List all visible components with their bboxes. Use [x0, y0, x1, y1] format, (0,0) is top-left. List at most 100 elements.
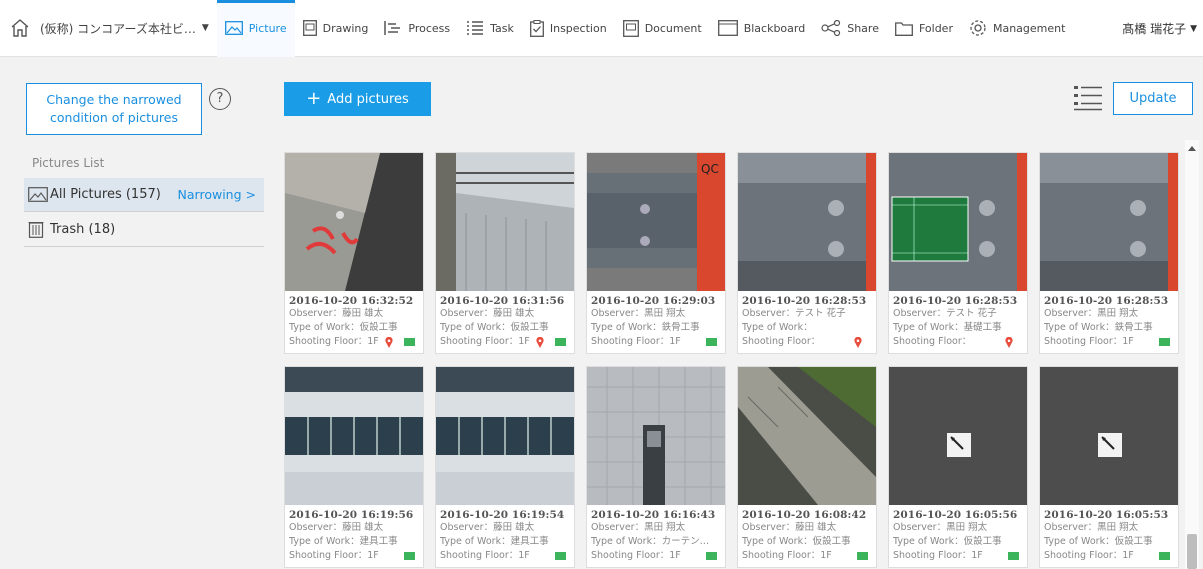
home-button[interactable]	[0, 0, 40, 57]
tab-document[interactable]: Document	[615, 0, 710, 57]
blackboard-flag-icon	[404, 552, 415, 560]
user-menu[interactable]: 髙橋 瑞花子 ▼	[1122, 0, 1197, 57]
picture-date: 2016-10-20 16:19:56	[289, 509, 414, 521]
scrollbar[interactable]	[1185, 140, 1199, 569]
picture-floor: Shooting Floor：1F	[893, 550, 983, 561]
change-narrowed-condition-button[interactable]: Change the narrowed condition of picture…	[26, 83, 202, 135]
picture-thumbnail[interactable]: QC	[587, 153, 725, 291]
tab-label: Blackboard	[743, 21, 806, 35]
tab-management[interactable]: Management	[961, 0, 1073, 57]
picture-card[interactable]: 2016-10-20 16:31:56 Observer：藤田 雄太 Type of…	[435, 152, 575, 354]
picture-floor-row: Shooting Floor：1F	[440, 335, 570, 349]
picture-card[interactable]: 2016-10-20 16:19:56 Observer：藤田 雄太 Type of…	[284, 366, 424, 568]
picture-card[interactable]: 2016-10-20 16:28:53 Observer：テスト 花子 Type o…	[737, 152, 877, 354]
picture-card[interactable]: 2016-10-20 16:05:56 Observer：黒田 翔太 Type of…	[888, 366, 1028, 568]
update-button[interactable]: Update	[1113, 82, 1193, 115]
narrowing-link[interactable]: Narrowing >	[178, 187, 256, 202]
tab-drawing[interactable]: Drawing	[295, 0, 377, 57]
document-icon	[622, 19, 639, 37]
tab-picture[interactable]: Picture	[216, 0, 295, 57]
picture-thumbnail[interactable]	[738, 367, 876, 505]
picture-card[interactable]: QC 2016-10-20 16:29:03 Observer：黒田 翔太 Type …	[586, 152, 726, 354]
picture-grid: 2016-10-20 16:32:52 Observer：藤田 雄太 Type of…	[284, 152, 1184, 569]
project-name: (仮称) コンコアーズ本社ビ…	[40, 21, 196, 36]
picture-card[interactable]: 2016-10-20 16:28:53 Observer：黒田 翔太 Type of…	[1039, 152, 1179, 354]
plus-icon: +	[306, 88, 322, 109]
help-icon[interactable]: ?	[209, 88, 231, 110]
picture-work-type: Type of Work：建具工事	[289, 536, 398, 547]
picture-thumbnail[interactable]	[889, 153, 1027, 291]
location-pin-icon[interactable]	[1005, 336, 1013, 348]
picture-floor: Shooting Floor：1F	[289, 550, 379, 561]
picture-card[interactable]: 2016-10-20 16:08:42 Observer：藤田 雄太 Type of…	[737, 366, 877, 568]
picture-thumbnail[interactable]	[587, 367, 725, 505]
picture-floor-row: Shooting Floor：1F	[591, 335, 721, 349]
picture-thumbnail[interactable]	[285, 153, 423, 291]
picture-card[interactable]: 2016-10-20 16:19:54 Observer：藤田 雄太 Type of…	[435, 366, 575, 568]
tab-blackboard[interactable]: Blackboard	[710, 0, 814, 57]
list-view-icon[interactable]	[1074, 85, 1102, 111]
project-selector[interactable]: (仮称) コンコアーズ本社ビ… ▼	[40, 0, 217, 57]
picture-floor-row: Shooting Floor：1F	[1044, 335, 1174, 349]
picture-thumbnail[interactable]	[1040, 367, 1178, 505]
picture-floor-row: Shooting Floor：1F	[289, 549, 419, 563]
picture-icon	[28, 187, 50, 202]
tab-process[interactable]: Process	[376, 0, 458, 57]
tab-task[interactable]: Task	[458, 0, 522, 57]
picture-floor: Shooting Floor：	[893, 336, 972, 347]
picture-meta: 2016-10-20 16:32:52 Observer：藤田 雄太 Type of…	[285, 291, 423, 353]
tab-share[interactable]: Share	[813, 0, 887, 57]
tab-label: Drawing	[322, 21, 369, 35]
picture-thumbnail[interactable]	[436, 153, 574, 291]
picture-card[interactable]: 2016-10-20 16:32:52 Observer：藤田 雄太 Type of…	[284, 152, 424, 354]
location-pin-icon[interactable]	[854, 336, 862, 348]
picture-thumbnail[interactable]	[738, 153, 876, 291]
picture-date: 2016-10-20 16:05:56	[893, 509, 1018, 521]
blackboard-flag-icon	[555, 338, 566, 346]
sidebar-item-trash[interactable]: Trash (18)	[24, 213, 264, 247]
picture-observer: Observer：藤田 雄太	[440, 308, 535, 319]
picture-card[interactable]: 2016-10-20 16:05:53 Observer：黒田 翔太 Type of…	[1039, 366, 1179, 568]
tab-label: Management	[992, 21, 1066, 35]
picture-floor-row: Shooting Floor：	[742, 335, 872, 349]
picture-work-type: Type of Work：仮設工事	[893, 536, 1002, 547]
scrollbar-thumb[interactable]	[1187, 534, 1197, 569]
picture-date: 2016-10-20 16:28:53	[893, 295, 1018, 307]
home-icon	[11, 19, 29, 37]
picture-thumbnail[interactable]	[436, 367, 574, 505]
picture-date: 2016-10-20 16:28:53	[742, 295, 867, 307]
picture-observer: Observer：黒田 翔太	[591, 522, 686, 533]
picture-work-type: Type of Work：建具工事	[440, 536, 549, 547]
tab-inspection[interactable]: Inspection	[522, 0, 615, 57]
blackboard-flag-icon	[404, 338, 415, 346]
picture-meta: 2016-10-20 16:31:56 Observer：藤田 雄太 Type of…	[436, 291, 574, 353]
blackboard-flag-icon	[1159, 552, 1170, 560]
blackboard-flag-icon	[706, 552, 717, 560]
picture-date: 2016-10-20 16:08:42	[742, 509, 867, 521]
tab-label: Task	[490, 21, 514, 35]
picture-card[interactable]: 2016-10-20 16:16:43 Observer：黒田 翔太 Type of…	[586, 366, 726, 568]
tab-label: Picture	[248, 21, 287, 35]
picture-date: 2016-10-20 16:29:03	[591, 295, 716, 307]
picture-thumbnail[interactable]	[1040, 153, 1178, 291]
location-pin-icon[interactable]	[385, 336, 393, 348]
inspection-icon	[529, 19, 544, 37]
tab-folder[interactable]: Folder	[887, 0, 961, 57]
tab-label: Share	[847, 21, 879, 35]
picture-floor: Shooting Floor：1F	[440, 336, 530, 347]
add-pictures-button[interactable]: + Add pictures	[284, 82, 431, 116]
picture-observer: Observer：黒田 翔太	[591, 308, 686, 319]
picture-work-type: Type of Work：仮設工事	[440, 322, 549, 333]
sidebar-item-all-pictures[interactable]: All Pictures (157) Narrowing >	[24, 178, 264, 212]
scroll-up-arrow-icon[interactable]	[1188, 146, 1196, 151]
picture-thumbnail[interactable]	[285, 367, 423, 505]
location-pin-icon[interactable]	[536, 336, 544, 348]
picture-observer: Observer：藤田 雄太	[440, 522, 535, 533]
picture-card[interactable]: 2016-10-20 16:28:53 Observer：テスト 花子 Type o…	[888, 152, 1028, 354]
picture-date: 2016-10-20 16:16:43	[591, 509, 716, 521]
picture-floor-row: Shooting Floor：1F	[289, 335, 419, 349]
blackboard-flag-icon	[706, 338, 717, 346]
tab-label: Document	[644, 21, 702, 35]
picture-work-type: Type of Work：仮設工事	[742, 536, 851, 547]
picture-thumbnail[interactable]	[889, 367, 1027, 505]
